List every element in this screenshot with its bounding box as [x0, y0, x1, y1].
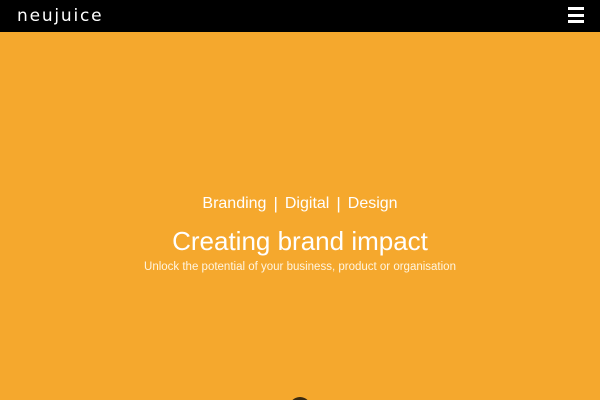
- logo: neujuice: [17, 6, 104, 26]
- page: neujuice Branding | Digital | Design Cre…: [0, 0, 600, 400]
- menu-bar-middle: [568, 13, 584, 17]
- menu-bar-top: [568, 7, 584, 10]
- services-list: Branding | Digital | Design: [0, 193, 600, 215]
- hero-headline: Creating brand impact: [172, 226, 428, 256]
- top-nav-bar: neujuice: [0, 0, 600, 32]
- service-separator: |: [336, 194, 341, 213]
- hamburger-menu-icon[interactable]: [568, 7, 584, 23]
- hero-tagline: Unlock the potential of your business, p…: [144, 261, 456, 273]
- service-branding: Branding: [202, 195, 267, 212]
- service-design: Design: [347, 195, 398, 212]
- logo-link[interactable]: neujuice: [17, 6, 103, 26]
- hero-section: Branding | Digital | Design Creating bra…: [0, 32, 600, 400]
- hero-content: Branding | Digital | Design Creating bra…: [0, 193, 600, 275]
- menu-bar-bottom: [568, 20, 584, 23]
- service-digital: Digital: [284, 195, 330, 212]
- service-separator: |: [273, 194, 278, 213]
